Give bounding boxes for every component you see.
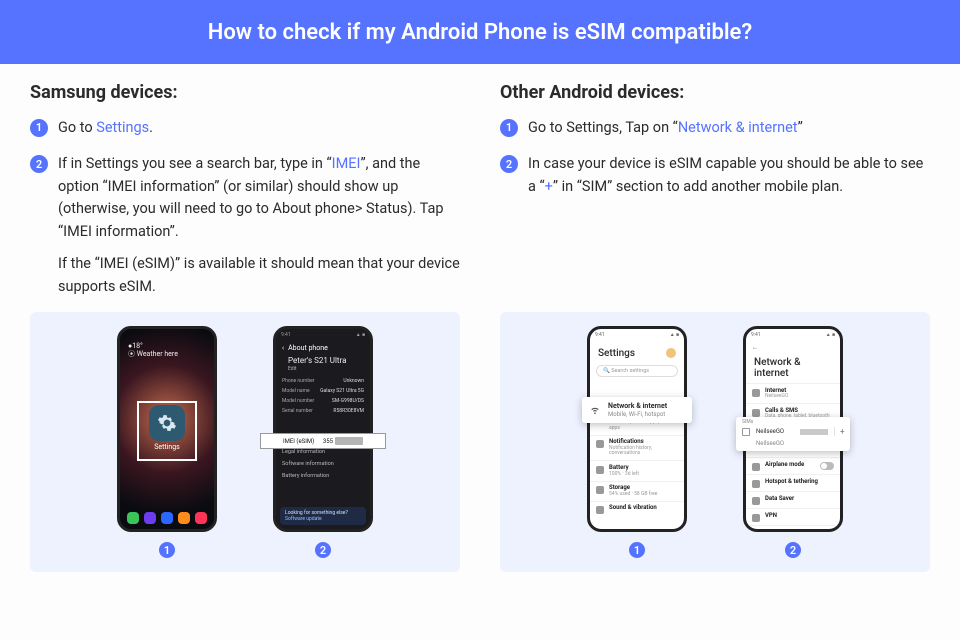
edit-label: Edit: [276, 366, 370, 372]
page-header: How to check if my Android Phone is eSIM…: [0, 0, 960, 64]
device-name: Peter's S21 Ultra: [276, 354, 370, 366]
avatar-icon: [666, 348, 676, 358]
plus-link[interactable]: +: [545, 178, 553, 195]
samsung-shot-1: 9:41▲ ■ ●18°⦿ Weather here Settings 1: [117, 326, 217, 558]
settings-icon-highlight: Settings: [137, 401, 197, 461]
storage-icon: [596, 486, 604, 494]
screenshots-row: 9:41▲ ■ ●18°⦿ Weather here Settings 1 9:…: [0, 312, 960, 572]
airplane-icon: [752, 463, 760, 471]
shot-number-badge: 2: [315, 542, 331, 558]
sound-icon: [596, 506, 604, 514]
sim-icon: [742, 428, 750, 436]
imei-link[interactable]: IMEI: [332, 155, 361, 172]
samsung-step-1: 1 Go to Settings.: [30, 117, 460, 139]
phone-mock-samsung-home: 9:41▲ ■ ●18°⦿ Weather here Settings: [117, 326, 217, 532]
footer-card: Looking for something else?Software upda…: [280, 507, 366, 525]
page-title: How to check if my Android Phone is eSIM…: [208, 20, 752, 45]
shot-number-badge: 2: [785, 542, 801, 558]
step-number-badge: 1: [500, 119, 518, 137]
step-body: Go to Settings, Tap on “Network & intern…: [528, 117, 803, 139]
wifi-icon: [752, 389, 760, 397]
hotspot-icon: [752, 480, 760, 488]
phone-mock-android-settings: 9:41▲ ■ Settings 🔍 Search settings AppsA…: [587, 326, 687, 532]
data-saver-icon: [752, 497, 760, 505]
network-internet-link[interactable]: Network & internet: [678, 119, 798, 136]
samsung-column: Samsung devices: 1 Go to Settings. 2 If …: [30, 82, 460, 312]
other-shot-1: 9:41▲ ■ Settings 🔍 Search settings AppsA…: [587, 326, 687, 558]
other-step-1: 1 Go to Settings, Tap on “Network & inte…: [500, 117, 930, 139]
phone-mock-android-network: 9:41▲ ■ ← Network & internet InternetNei…: [743, 326, 843, 532]
blurred-value: [335, 437, 363, 445]
other-heading: Other Android devices:: [500, 82, 930, 103]
content-columns: Samsung devices: 1 Go to Settings. 2 If …: [0, 64, 960, 312]
imei-esim-highlight: IMEI (eSIM) 355: [260, 433, 386, 449]
settings-title: Settings: [590, 340, 684, 363]
step-number-badge: 2: [500, 155, 518, 173]
network-internet-highlight: Network & internetMobile, Wi-Fi, hotspot: [582, 397, 692, 423]
shot-number-badge: 1: [629, 542, 645, 558]
dock: [120, 512, 214, 524]
step-number-badge: 1: [30, 119, 48, 137]
step-number-badge: 2: [30, 155, 48, 173]
other-shot-2: 9:41▲ ■ ← Network & internet InternetNei…: [743, 326, 843, 558]
phone-icon: [752, 409, 760, 417]
notifications-icon: [596, 440, 604, 448]
about-phone-header: ‹About phone: [276, 340, 370, 354]
vpn-icon: [752, 514, 760, 522]
wifi-icon: [590, 405, 600, 415]
step-body: Go to Settings.: [58, 117, 153, 139]
samsung-screenshots-panel: 9:41▲ ■ ●18°⦿ Weather here Settings 1 9:…: [30, 312, 460, 572]
toggle: [820, 462, 834, 470]
battery-icon: [596, 466, 604, 474]
samsung-shot-2: 9:41▲ ■ ‹About phone Peter's S21 Ultra E…: [273, 326, 373, 558]
step-body: If in Settings you see a search bar, typ…: [58, 153, 460, 298]
other-column: Other Android devices: 1 Go to Settings,…: [500, 82, 930, 312]
screen-title: Network & internet: [746, 355, 840, 383]
samsung-step-2-note: If the “IMEI (eSIM)” is available it sho…: [58, 253, 460, 298]
blurred-value: [800, 429, 828, 435]
back-icon: ‹: [282, 344, 284, 352]
back-icon: ←: [746, 340, 840, 355]
samsung-step-2: 2 If in Settings you see a search bar, t…: [30, 153, 460, 298]
other-step-2: 2 In case your device is eSIM capable yo…: [500, 153, 930, 198]
settings-link[interactable]: Settings: [96, 119, 149, 136]
search-bar: 🔍 Search settings: [596, 365, 678, 377]
weather-widget: ●18°⦿ Weather here: [128, 343, 178, 358]
plus-icon: +: [834, 427, 844, 436]
phone-mock-samsung-about: 9:41▲ ■ ‹About phone Peter's S21 Ultra E…: [273, 326, 373, 532]
sims-highlight: SIMs NeilseeGO + NeilseeGO: [736, 417, 850, 451]
gear-icon: [149, 405, 185, 441]
step-body: In case your device is eSIM capable you …: [528, 153, 930, 198]
samsung-heading: Samsung devices:: [30, 82, 460, 103]
shot-number-badge: 1: [159, 542, 175, 558]
other-screenshots-panel: 9:41▲ ■ Settings 🔍 Search settings AppsA…: [500, 312, 930, 572]
